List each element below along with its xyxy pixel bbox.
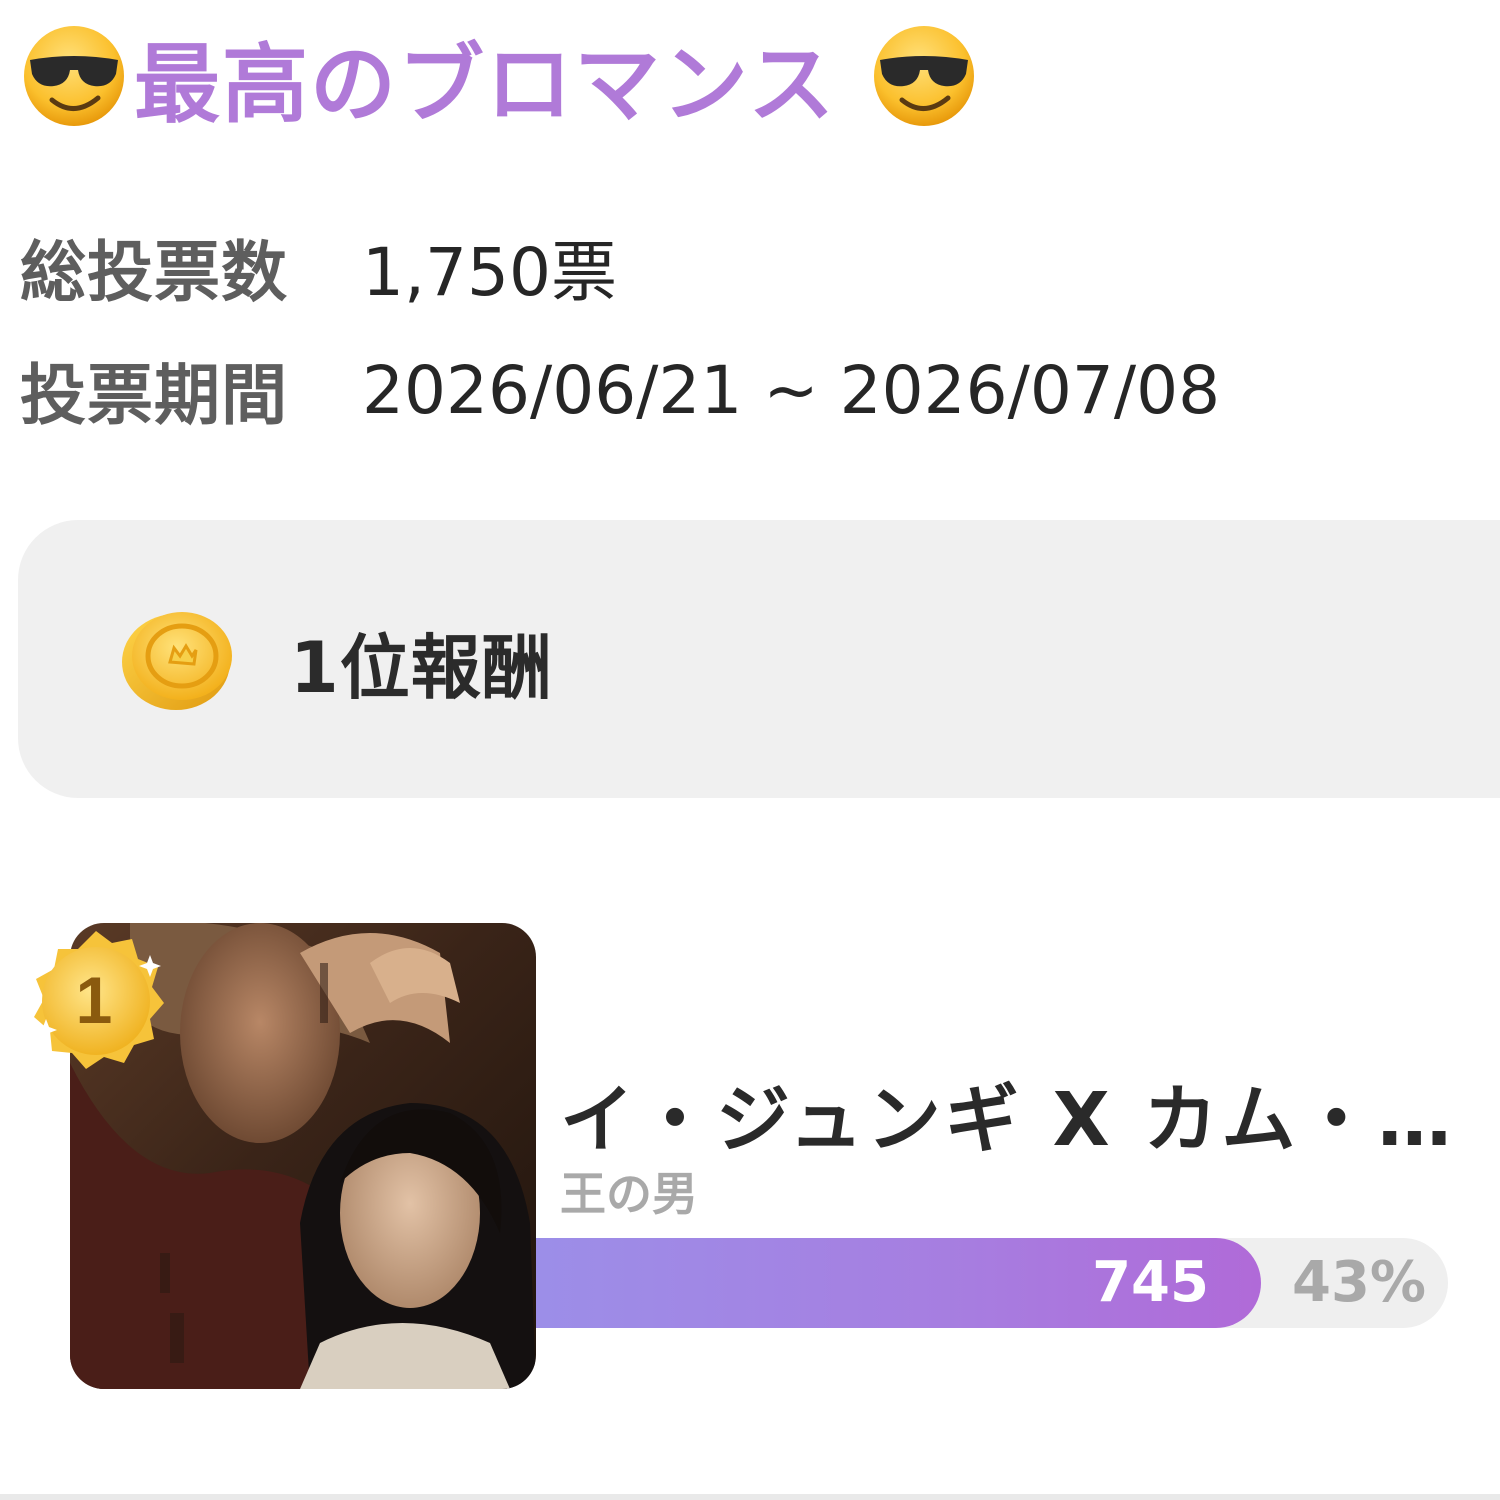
total-votes-label: 総投票数	[20, 234, 288, 311]
candidate-subtitle: 王の男	[560, 1167, 698, 1221]
vote-count: 745	[1092, 1250, 1209, 1315]
smiling-face-with-sunglasses-icon	[20, 22, 128, 130]
total-votes-value: 1,750票	[362, 234, 617, 311]
vote-progress-fill: 745	[536, 1238, 1261, 1328]
vote-progress-bar: 745 43%	[536, 1238, 1448, 1328]
divider	[0, 1494, 1500, 1500]
gold-coin-icon	[120, 604, 238, 712]
poll-title: 最高のブロマンス	[134, 34, 837, 135]
candidate-name[interactable]: イ・ジュンギ X カム・…	[560, 1060, 1455, 1167]
vote-percentage: 43%	[1292, 1250, 1427, 1315]
gold-medal-icon: 1	[20, 925, 172, 1077]
first-place-reward-card[interactable]	[18, 520, 1500, 798]
voting-period-value: 2026/06/21 ~ 2026/07/08	[362, 351, 1221, 429]
voting-period-row: 投票期間 2026/06/21 ~ 2026/07/08	[20, 345, 1220, 435]
voting-period-label: 投票期間	[20, 357, 288, 434]
svg-text:1: 1	[76, 963, 113, 1037]
total-votes-row: 総投票数 1,750票	[20, 222, 617, 312]
poll-page: 最高のブロマンス 総投票数 1,750票 投票期間 2026/06/21 ~ 2…	[0, 0, 1500, 1500]
poll-title-row: 最高のブロマンス	[20, 20, 978, 135]
reward-label: 1位報酬	[290, 627, 553, 709]
smiling-face-with-sunglasses-icon	[870, 22, 978, 130]
